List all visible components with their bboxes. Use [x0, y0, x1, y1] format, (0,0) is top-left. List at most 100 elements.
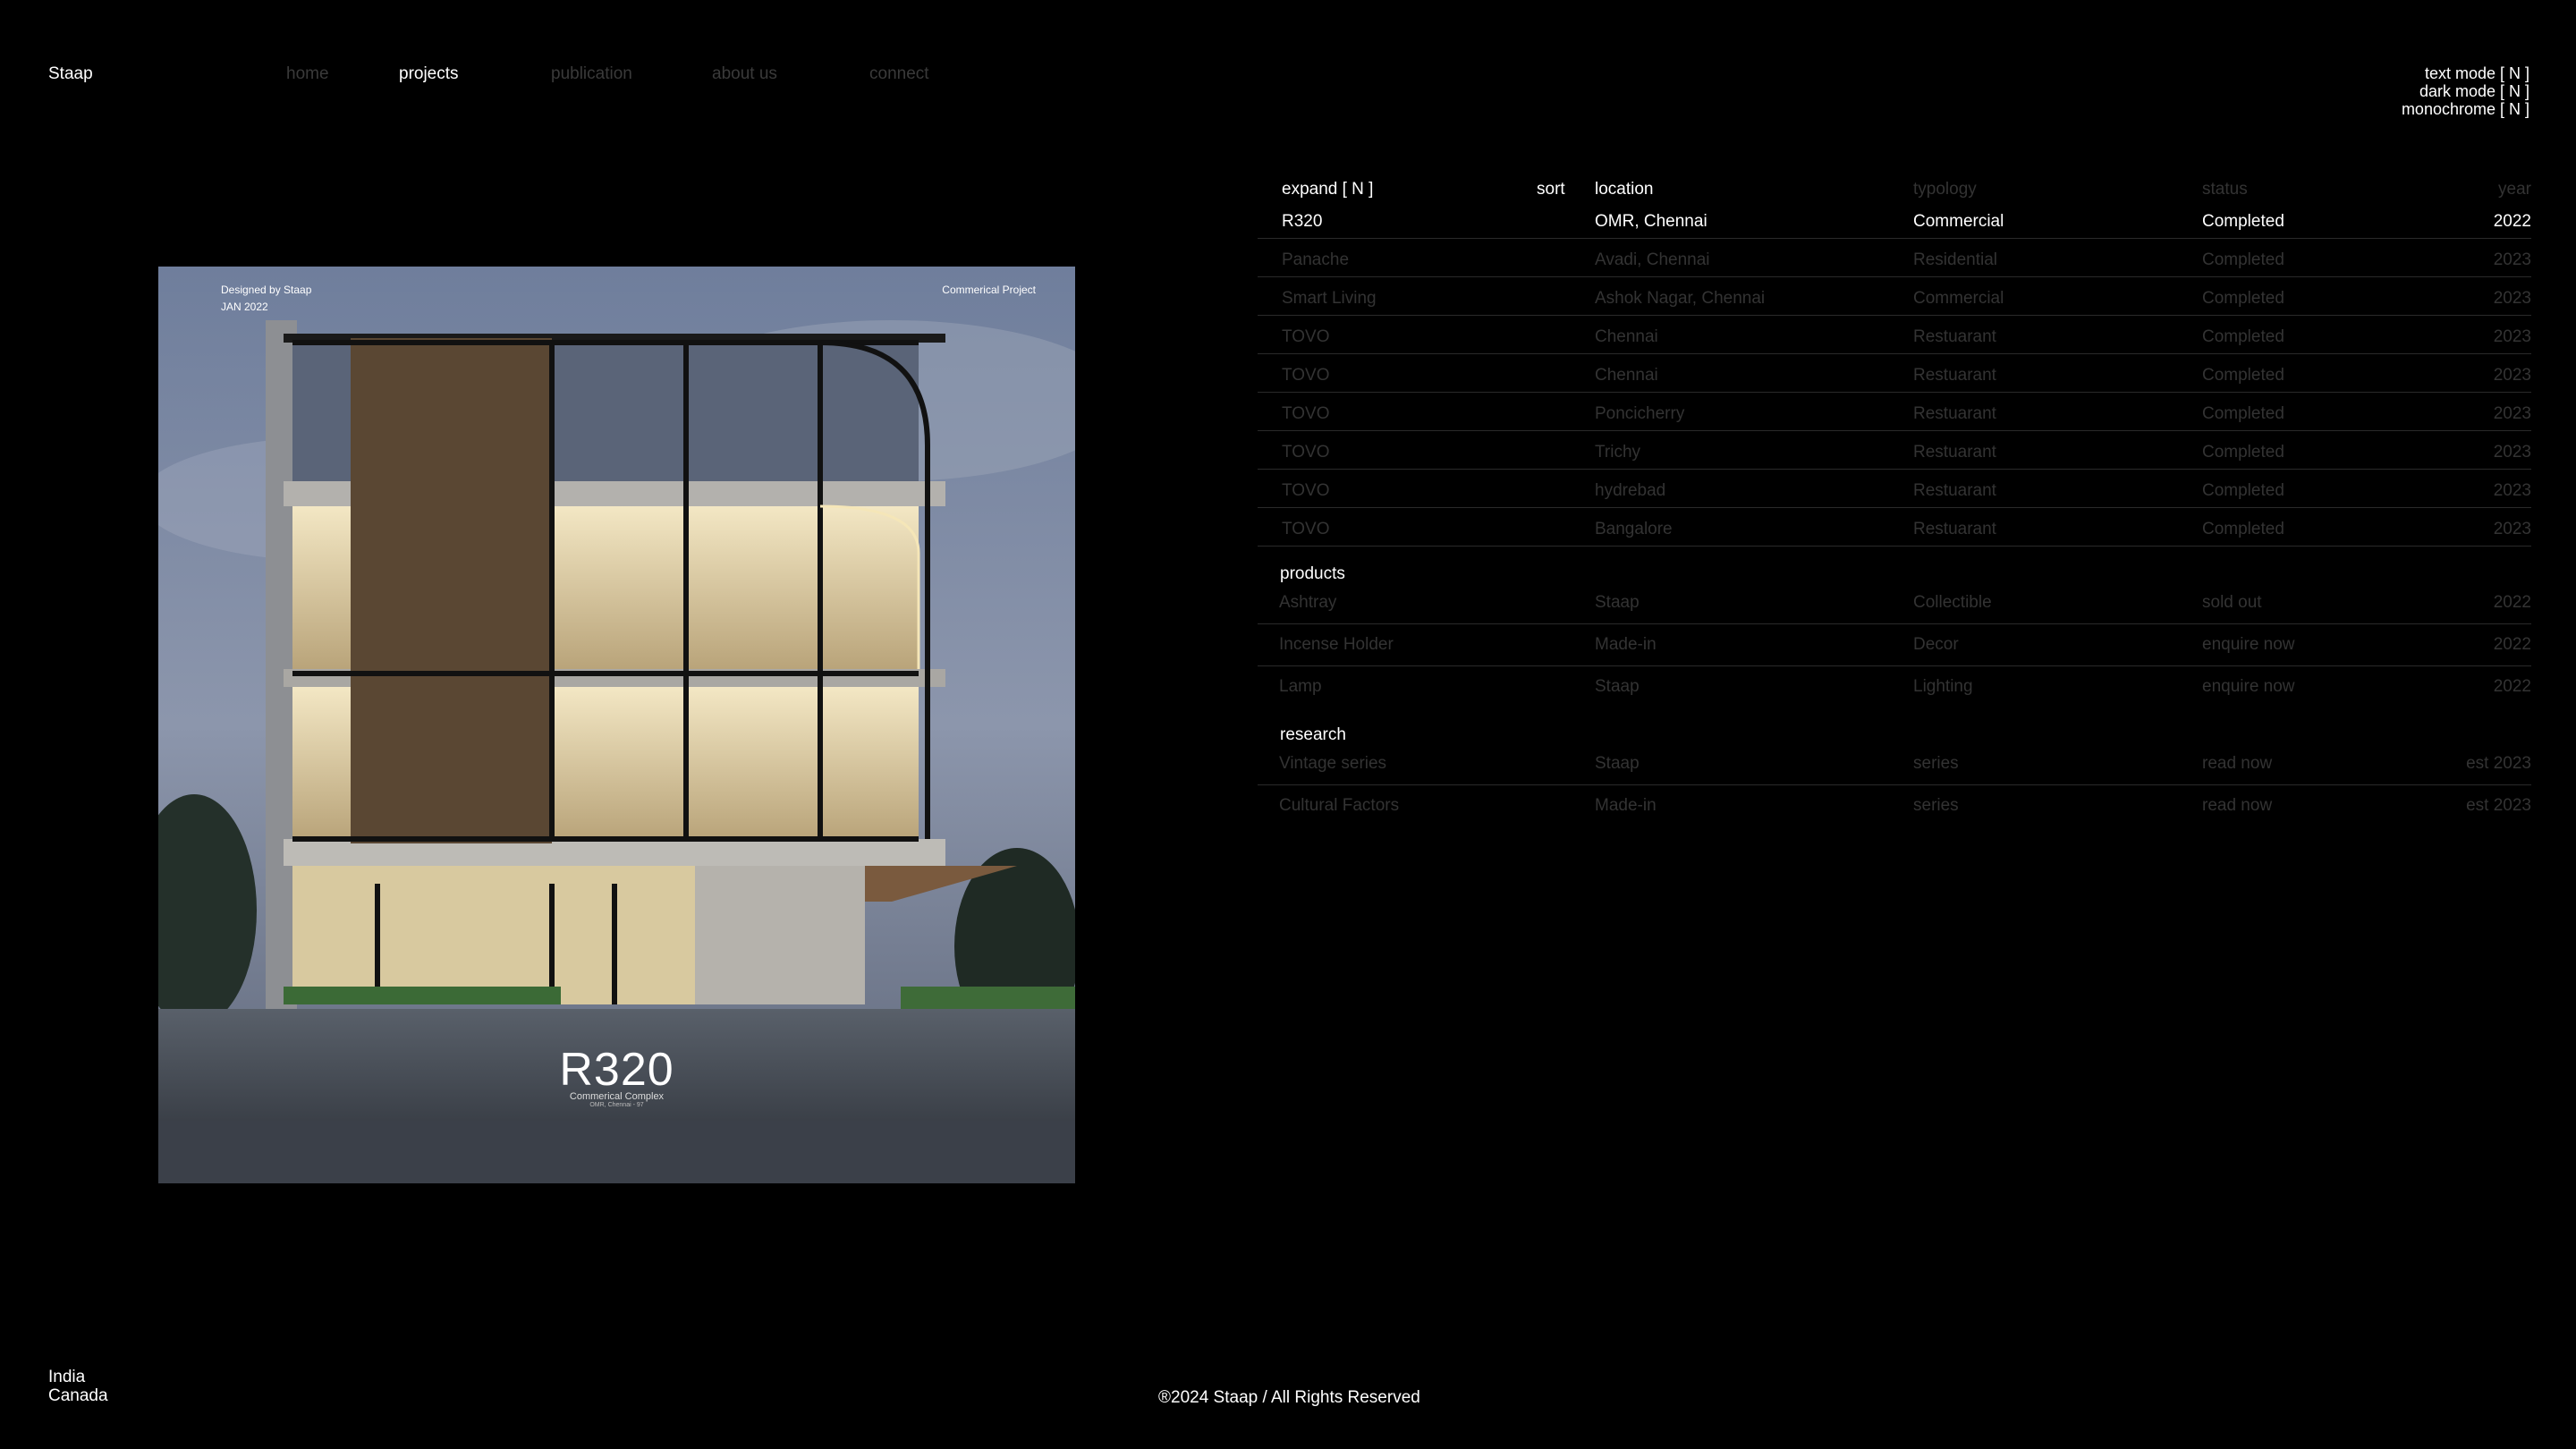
footer-locations: India Canada [48, 1368, 108, 1405]
hero-date: JAN 2022 [221, 301, 268, 313]
research-status: read now [2202, 796, 2273, 815]
table-row[interactable]: Lamp Staap Lighting enquire now 2022 [1258, 666, 2531, 708]
project-location: Poncicherry [1595, 404, 1685, 423]
sort-button[interactable]: sort [1537, 180, 1565, 199]
table-header: expand [ N ] sort location typology stat… [1258, 175, 2531, 200]
product-status: sold out [2202, 593, 2262, 612]
project-name: TOVO [1282, 443, 1330, 462]
table-row[interactable]: Panache Avadi, Chennai Residential Compl… [1258, 239, 2531, 277]
nav-connect[interactable]: connect [869, 64, 929, 84]
research-typology: series [1913, 796, 1959, 815]
product-status: enquire now [2202, 635, 2295, 654]
project-location: OMR, Chennai [1595, 212, 1707, 231]
copyright: ®2024 Staap / All Rights Reserved [1158, 1388, 1420, 1407]
project-year: 2023 [2493, 520, 2531, 538]
research-name: Cultural Factors [1279, 796, 1400, 815]
table-row[interactable]: TOVO Chennai Restuarant Completed 2023 [1258, 354, 2531, 393]
display-modes: text mode [ N ] dark mode [ N ] monochro… [2402, 64, 2529, 118]
project-typology: Restuarant [1913, 404, 1996, 423]
project-typology: Restuarant [1913, 520, 1996, 538]
table-row[interactable]: TOVO hydrebad Restuarant Completed 2023 [1258, 470, 2531, 508]
product-maker: Made-in [1595, 635, 1657, 654]
product-status: enquire now [2202, 677, 2295, 696]
project-status: Completed [2202, 327, 2284, 346]
product-name: Incense Holder [1279, 635, 1394, 654]
product-typology: Decor [1913, 635, 1959, 654]
table-row[interactable]: TOVO Bangalore Restuarant Completed 2023 [1258, 508, 2531, 547]
nav-projects[interactable]: projects [399, 64, 459, 84]
hero-credit: Designed by Staap JAN 2022 [221, 282, 311, 316]
column-location[interactable]: location [1595, 180, 1654, 199]
table-row[interactable]: Vintage series Staap series read now est… [1258, 743, 2531, 785]
hero-title: R320 [559, 1044, 674, 1096]
project-status: Completed [2202, 404, 2284, 423]
project-year: 2023 [2493, 289, 2531, 308]
products-label: products [1280, 564, 1345, 583]
project-typology: Restuarant [1913, 366, 1996, 385]
project-location: Trichy [1595, 443, 1641, 462]
dark-mode-toggle[interactable]: dark mode [ N ] [2402, 82, 2529, 100]
column-typology[interactable]: typology [1913, 180, 1977, 199]
column-year[interactable]: year [2498, 180, 2531, 199]
table-row[interactable]: Cultural Factors Made-in series read now… [1258, 785, 2531, 826]
project-typology: Residential [1913, 250, 1997, 269]
product-year: 2022 [2493, 593, 2531, 612]
research-year: est 2023 [2466, 754, 2531, 773]
project-year: 2022 [2493, 212, 2531, 231]
product-maker: Staap [1595, 677, 1640, 696]
hero-subtitle: Commerical Complex [569, 1091, 665, 1102]
products-section-title: products [1258, 547, 2531, 583]
research-status: read now [2202, 754, 2273, 773]
project-status: Completed [2202, 289, 2284, 308]
project-typology: Commercial [1913, 289, 2004, 308]
column-status[interactable]: status [2202, 180, 2248, 199]
product-typology: Lighting [1913, 677, 1973, 696]
project-typology: Restuarant [1913, 443, 1996, 462]
product-name: Lamp [1279, 677, 1322, 696]
table-row[interactable]: TOVO Poncicherry Restuarant Completed 20… [1258, 393, 2531, 431]
project-typology: Restuarant [1913, 481, 1996, 500]
project-year: 2023 [2493, 443, 2531, 462]
project-location: Chennai [1595, 327, 1658, 346]
research-maker: Made-in [1595, 796, 1657, 815]
table-row[interactable]: Ashtray Staap Collectible sold out 2022 [1258, 582, 2531, 624]
project-typology: Commercial [1913, 212, 2004, 231]
product-year: 2022 [2493, 635, 2531, 654]
table-row[interactable]: R320 OMR, Chennai Commercial Completed 2… [1258, 200, 2531, 239]
table-row[interactable]: Smart Living Ashok Nagar, Chennai Commer… [1258, 277, 2531, 316]
research-section-title: research [1258, 708, 2531, 744]
project-location: Ashok Nagar, Chennai [1595, 289, 1766, 308]
project-name: TOVO [1282, 520, 1330, 538]
project-name: Panache [1282, 250, 1350, 269]
project-year: 2023 [2493, 250, 2531, 269]
research-year: est 2023 [2466, 796, 2531, 815]
project-year: 2023 [2493, 481, 2531, 500]
location-canada: Canada [48, 1386, 108, 1405]
nav-publication[interactable]: publication [551, 64, 632, 84]
table-row[interactable]: TOVO Chennai Restuarant Completed 2023 [1258, 316, 2531, 354]
project-location: Chennai [1595, 366, 1658, 385]
product-typology: Collectible [1913, 593, 1992, 612]
research-label: research [1280, 725, 1346, 744]
text-mode-toggle[interactable]: text mode [ N ] [2402, 64, 2529, 82]
project-year: 2023 [2493, 404, 2531, 423]
project-name: TOVO [1282, 481, 1330, 500]
expand-toggle[interactable]: expand [ N ] [1282, 180, 1373, 199]
table-row[interactable]: TOVO Trichy Restuarant Completed 2023 [1258, 431, 2531, 470]
brand-logo[interactable]: Staap [48, 64, 93, 84]
projects-table: expand [ N ] sort location typology stat… [1258, 175, 2531, 826]
product-year: 2022 [2493, 677, 2531, 696]
nav-about-us[interactable]: about us [712, 64, 777, 84]
project-status: Completed [2202, 250, 2284, 269]
hero-subtitle-location: OMR, Chennai - 97 [589, 1102, 644, 1108]
project-location: hydrebad [1595, 481, 1666, 500]
project-year: 2023 [2493, 366, 2531, 385]
nav-home[interactable]: home [286, 64, 329, 84]
project-year: 2023 [2493, 327, 2531, 346]
project-hero-image[interactable]: Designed by Staap JAN 2022 Commerical Pr… [158, 267, 1075, 1183]
project-name: TOVO [1282, 327, 1330, 346]
monochrome-toggle[interactable]: monochrome [ N ] [2402, 100, 2529, 118]
research-maker: Staap [1595, 754, 1640, 773]
project-status: Completed [2202, 443, 2284, 462]
table-row[interactable]: Incense Holder Made-in Decor enquire now… [1258, 624, 2531, 666]
